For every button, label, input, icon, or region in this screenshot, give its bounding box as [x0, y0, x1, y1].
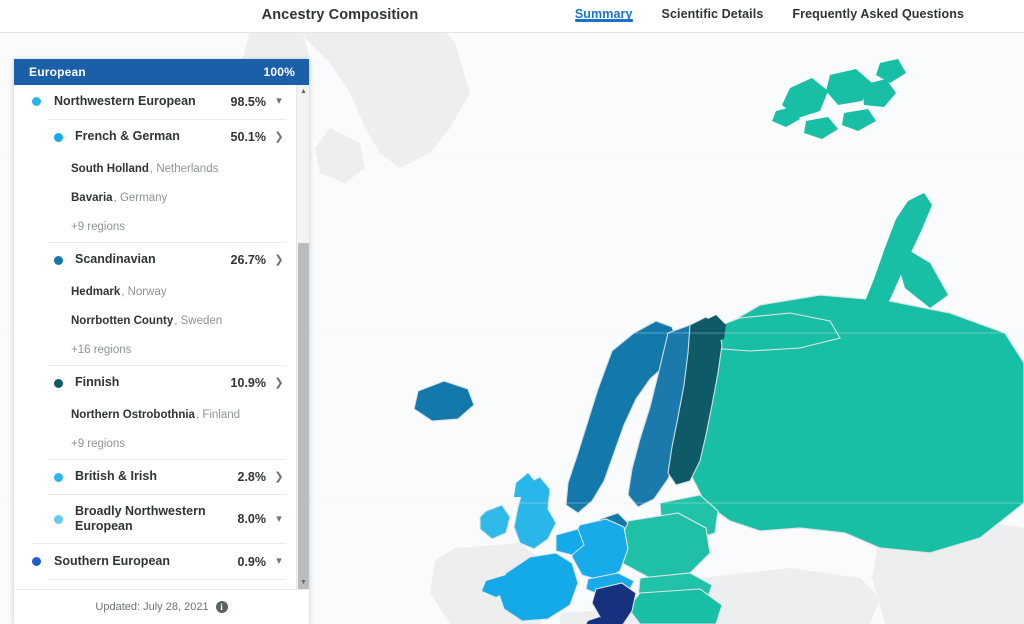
- ancestry-list: Northwestern European 98.5% ▾ French & G…: [14, 85, 296, 589]
- region-item: Bavaria, Germany: [14, 183, 296, 212]
- ancestry-label: Southern European: [54, 553, 170, 568]
- color-swatch-icon: [54, 255, 63, 265]
- ancestry-percent: 2.8%: [237, 470, 267, 484]
- region-item: Northern Ostrobothnia, Finland: [14, 400, 296, 429]
- list-item-french-and-german[interactable]: French & German 50.1% ❯: [14, 120, 296, 154]
- panel-body: Northwestern European 98.5% ▾ French & G…: [14, 85, 309, 589]
- region-country: Germany: [119, 191, 168, 204]
- ancestry-label: Broadly Northwestern European: [75, 503, 206, 533]
- ancestry-percent: 26.7%: [230, 253, 266, 267]
- list-item-broadly-northwestern-european[interactable]: Broadly Northwestern European 8.0% ▾: [14, 495, 296, 543]
- ancestry-percent: 8.0%: [237, 512, 267, 526]
- ancestry-label: Northwestern European: [54, 93, 196, 108]
- scroll-down-button[interactable]: ▼: [297, 576, 309, 589]
- panel-scroll-area: Northwestern European 98.5% ▾ French & G…: [14, 85, 296, 589]
- ancestry-percent: 50.1%: [230, 130, 266, 144]
- color-swatch-icon: [54, 514, 63, 524]
- color-swatch-icon: [54, 472, 63, 482]
- color-swatch-icon: [32, 97, 41, 106]
- top-bar: Ancestry Composition Summary Scientific …: [0, 0, 1024, 33]
- region-item: Hedmark, Norway: [14, 277, 296, 306]
- ancestry-label: Scandinavian: [75, 252, 156, 267]
- list-item-british-and-irish[interactable]: British & Irish 2.8% ❯: [14, 460, 296, 494]
- ancestry-breakdown-panel: European 100% Northwestern European 98.5…: [14, 59, 309, 624]
- ancestry-label: British & Irish: [75, 469, 157, 484]
- region-country: Norway: [127, 285, 167, 298]
- region-country: Finland: [202, 408, 241, 421]
- chevron-right-icon[interactable]: ❯: [274, 131, 284, 143]
- info-icon[interactable]: i: [215, 601, 228, 613]
- ancestry-percent: 0.9%: [237, 554, 267, 569]
- color-swatch-icon: [54, 132, 63, 142]
- region-name: Hedmark: [71, 285, 121, 298]
- chevron-right-icon[interactable]: ❯: [274, 377, 284, 389]
- panel-header-label: European: [29, 65, 86, 79]
- list-item-southern-european[interactable]: Southern European 0.9% ▾: [14, 544, 296, 579]
- region-name: Norrbotten County: [71, 314, 174, 327]
- region-country: Netherlands: [156, 162, 219, 175]
- color-swatch-icon: [32, 557, 41, 566]
- panel-scroll-content: Northwestern European 98.5% ▾ French & G…: [14, 85, 296, 589]
- scroll-up-button[interactable]: ▲: [297, 85, 309, 98]
- more-regions-link[interactable]: +9 regions: [14, 429, 296, 459]
- chevron-down-icon[interactable]: ▾: [274, 96, 284, 107]
- panel-header-european[interactable]: European 100%: [14, 59, 309, 85]
- more-regions-link[interactable]: +9 regions: [14, 212, 296, 242]
- more-regions-link[interactable]: +16 regions: [14, 335, 296, 365]
- list-item-finnish[interactable]: Finnish 10.9% ❯: [14, 366, 296, 400]
- list-item-northwestern-european[interactable]: Northwestern European 98.5% ▾: [14, 85, 296, 119]
- panel-header-percent: 100%: [263, 65, 295, 79]
- chevron-down-icon[interactable]: ▾: [274, 556, 284, 567]
- chevron-down-icon[interactable]: ▾: [274, 513, 284, 525]
- color-swatch-icon: [54, 378, 63, 388]
- tab-frequently-asked-questions[interactable]: Frequently Asked Questions: [792, 0, 964, 21]
- ancestry-composition-app: Ancestry Composition Summary Scientific …: [0, 0, 1024, 624]
- chevron-right-icon[interactable]: ❯: [274, 471, 284, 483]
- region-item: Norrbotten County, Sweden: [14, 306, 296, 335]
- list-item-scandinavian[interactable]: Scandinavian 26.7% ❯: [14, 243, 296, 277]
- region-country: Sweden: [180, 314, 223, 327]
- tab-bar: Summary Scientific Details Frequently As…: [574, 0, 964, 33]
- panel-scrollbar[interactable]: ▲ ▼: [296, 85, 309, 589]
- updated-timestamp: Updated: July 28, 2021: [95, 601, 209, 613]
- tab-summary[interactable]: Summary: [574, 0, 633, 22]
- chevron-right-icon[interactable]: ❯: [274, 254, 284, 266]
- ancestry-label: Finnish: [75, 375, 120, 390]
- region-name: Northern Ostrobothnia: [71, 408, 195, 421]
- ancestry-percent: 98.5%: [230, 94, 266, 109]
- tab-scientific-details[interactable]: Scientific Details: [662, 0, 764, 21]
- ancestry-label: French & German: [75, 129, 180, 144]
- region-name: South Holland: [71, 162, 149, 175]
- region-item: South Holland, Netherlands: [14, 154, 296, 183]
- list-item-sardinian[interactable]: Sardinian 0.9% ❯: [14, 580, 296, 589]
- ancestry-percent: 10.9%: [230, 376, 266, 390]
- region-name: Bavaria: [71, 191, 113, 204]
- scrollbar-thumb[interactable]: [298, 243, 309, 589]
- panel-footer: Updated: July 28, 2021 i: [14, 589, 309, 624]
